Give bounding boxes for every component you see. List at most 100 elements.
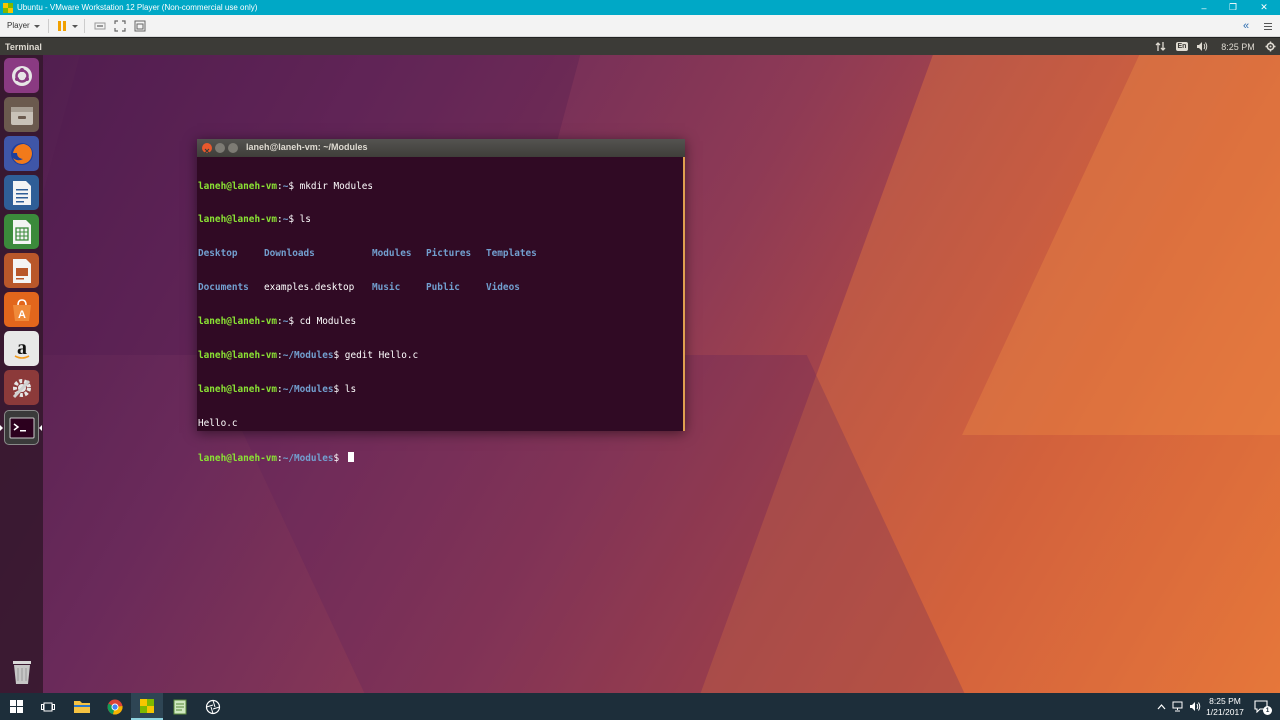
keyboard-icon	[94, 22, 106, 29]
launcher-dash[interactable]	[4, 58, 39, 93]
chrome-icon	[107, 699, 123, 714]
ls-output-row: Documents examples.desktop Music Public …	[198, 282, 683, 293]
taskbar-notepad[interactable]	[164, 693, 196, 720]
firefox-icon	[10, 142, 33, 165]
action-center-button[interactable]: 1	[1250, 693, 1272, 720]
launcher-trash[interactable]	[4, 653, 39, 688]
terminal-line: laneh@laneh-vm:~$ cd Modules	[198, 316, 357, 328]
vmware-toolbar: Player «	[0, 15, 1280, 37]
ls-entry: Videos	[486, 282, 520, 294]
fullscreen-icon	[114, 19, 126, 32]
launcher-amazon[interactable]: a	[4, 331, 39, 366]
launcher-calc[interactable]	[4, 214, 39, 249]
ls-entry: examples.desktop	[264, 282, 355, 294]
network-arrows-icon	[1155, 42, 1165, 51]
software-icon: A	[12, 298, 31, 321]
writer-icon	[12, 180, 31, 205]
launcher-writer[interactable]	[4, 175, 39, 210]
vmware-menu-button[interactable]	[1260, 18, 1276, 34]
task-view-button[interactable]	[33, 693, 62, 720]
terminal-icon	[9, 417, 34, 438]
unity-icon	[134, 20, 146, 31]
running-app-indicator	[0, 425, 3, 431]
calc-icon	[12, 219, 31, 244]
keyboard-layout-indicator[interactable]: En	[1175, 38, 1189, 55]
svg-text:a: a	[17, 337, 27, 359]
player-menu-button[interactable]: Player	[7, 18, 41, 34]
windows-logo-icon	[9, 700, 23, 713]
taskbar-vmware[interactable]	[131, 693, 163, 720]
taskbar-chrome[interactable]	[99, 693, 131, 720]
session-indicator[interactable]	[1264, 38, 1276, 55]
impress-icon	[12, 258, 31, 283]
volume-tray-button[interactable]	[1187, 693, 1203, 720]
launcher-terminal[interactable]	[4, 410, 39, 445]
close-icon	[204, 148, 210, 154]
launcher-firefox[interactable]	[4, 136, 39, 171]
sound-indicator[interactable]	[1195, 38, 1209, 55]
pause-icon	[57, 20, 66, 31]
terminal-resize-edge[interactable]	[683, 157, 685, 431]
terminal-line: Hello.c	[198, 417, 238, 429]
windows-taskbar: 8:25 PM 1/21/2017 1	[0, 693, 1280, 720]
show-hidden-icons-button[interactable]	[1154, 693, 1168, 720]
chevron-up-icon	[1157, 703, 1165, 709]
terminal-prompt-line[interactable]: laneh@laneh-vm:~/Modules$	[198, 451, 683, 464]
send-ctrl-alt-del-button[interactable]	[90, 18, 110, 34]
terminal-title: laneh@laneh-vm: ~/Modules	[246, 142, 368, 152]
volume-icon	[1189, 702, 1200, 711]
network-icon	[1172, 701, 1182, 712]
launcher-impress[interactable]	[4, 253, 39, 288]
ls-entry: Documents	[198, 282, 249, 294]
taskbar-app[interactable]	[197, 693, 229, 720]
start-button[interactable]	[0, 693, 32, 720]
terminal-window[interactable]: laneh@laneh-vm: ~/Modules laneh@laneh-vm…	[197, 139, 685, 464]
clock-tray-button[interactable]: 8:25 PM 1/21/2017	[1203, 693, 1247, 720]
clock-indicator[interactable]: 8:25 PM	[1218, 38, 1258, 55]
taskbar-date: 1/21/2017	[1206, 706, 1244, 717]
terminal-close-button[interactable]	[202, 143, 212, 154]
active-app-title: Terminal	[5, 41, 42, 52]
launcher-settings[interactable]	[4, 370, 39, 405]
svg-text:A: A	[18, 309, 26, 321]
terminal-line: laneh@laneh-vm:~$ mkdir Modules	[198, 180, 374, 192]
close-button[interactable]: ✕	[1250, 0, 1278, 15]
launcher-files[interactable]	[4, 97, 39, 132]
terminal-titlebar[interactable]: laneh@laneh-vm: ~/Modules	[197, 139, 685, 157]
collapse-toolbar-button[interactable]: «	[1238, 18, 1254, 34]
terminal-cursor	[347, 451, 354, 462]
pause-button[interactable]	[56, 18, 79, 34]
ls-output-row: Desktop Downloads Modules Pictures Templ…	[198, 248, 683, 259]
trash-icon	[12, 660, 31, 684]
unity-launcher: A a	[0, 55, 43, 693]
vmware-icon	[140, 698, 154, 713]
network-tray-button[interactable]	[1170, 693, 1186, 720]
network-indicator[interactable]	[1153, 38, 1167, 55]
terminal-line: laneh@laneh-vm:~/Modules$ gedit Hello.c	[198, 350, 419, 362]
file-explorer-icon	[74, 701, 90, 713]
ls-entry: Desktop	[198, 248, 238, 260]
chevron-down-icon	[33, 24, 40, 28]
camera-shutter-icon	[205, 699, 221, 714]
amazon-icon: a	[14, 337, 29, 359]
menu-icon	[1264, 22, 1272, 30]
restore-button[interactable]: ❐	[1219, 0, 1247, 15]
taskbar-file-explorer[interactable]	[66, 693, 98, 720]
ls-entry: Modules	[372, 248, 412, 260]
vmware-titlebar: Ubuntu - VMware Workstation 12 Player (N…	[0, 0, 1280, 15]
active-app-indicator	[39, 425, 42, 431]
ls-entry: Templates	[486, 248, 537, 260]
terminal-minimize-button[interactable]	[215, 143, 225, 153]
minimize-button[interactable]: –	[1190, 0, 1218, 15]
unity-mode-button[interactable]	[130, 18, 150, 34]
task-view-icon	[40, 702, 55, 711]
terminal-maximize-button[interactable]	[228, 143, 238, 153]
launcher-software[interactable]: A	[4, 292, 39, 327]
full-screen-button[interactable]	[110, 18, 130, 34]
terminal-line: laneh@laneh-vm:~/Modules$ ls	[198, 383, 357, 395]
terminal-output[interactable]: laneh@laneh-vm:~$ mkdir Modules laneh@la…	[197, 157, 683, 464]
ubuntu-top-panel: Terminal En 8:25 PM	[0, 38, 1280, 55]
ls-entry: Public	[426, 282, 460, 294]
dash-icon	[11, 65, 32, 86]
notification-count-badge: 1	[1263, 706, 1272, 715]
